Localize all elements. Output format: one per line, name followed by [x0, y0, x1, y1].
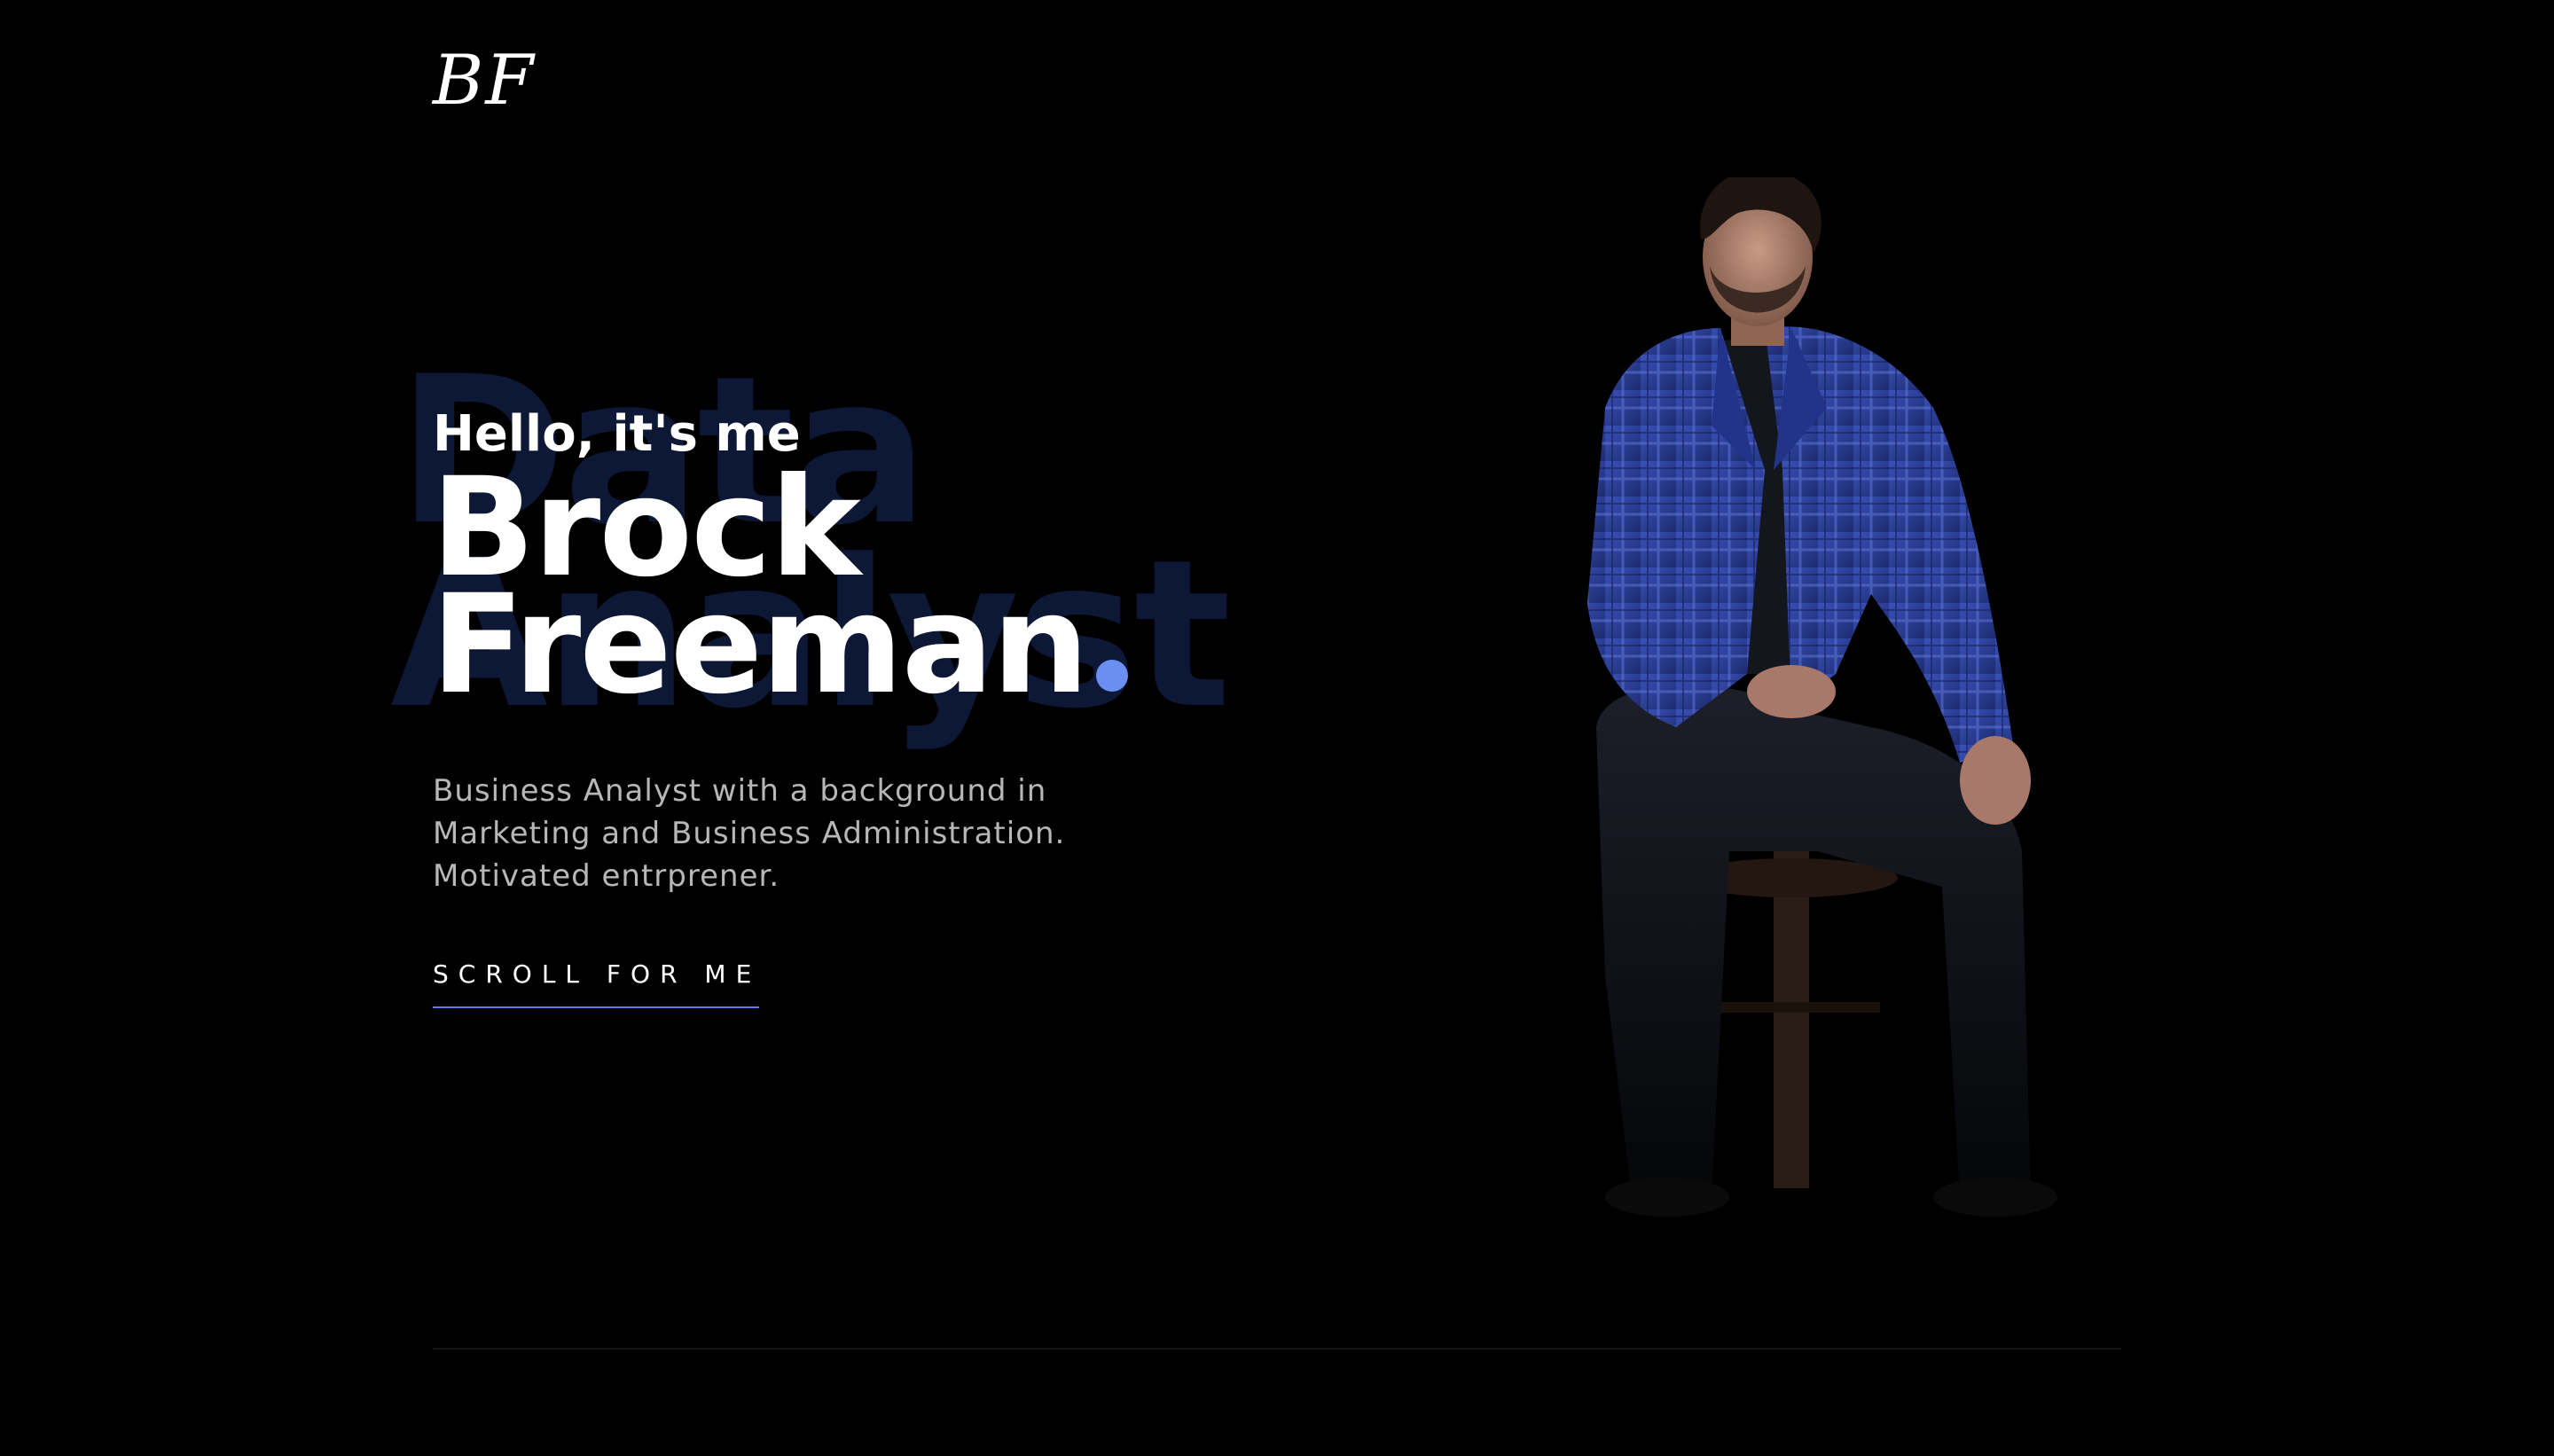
portrait-photo	[1587, 177, 2057, 1217]
hero-name-last-line: Freeman	[431, 577, 1129, 714]
hero-page: BF Data Analyst Hello, it's me Brock Fre…	[0, 0, 2554, 1456]
bio-line: Marketing and Business Administration.	[433, 816, 1066, 851]
scroll-for-me-link[interactable]: SCROLL FOR ME	[433, 959, 759, 1008]
bio-line: Business Analyst with a background in	[433, 773, 1047, 809]
site-logo[interactable]: BF	[433, 46, 535, 115]
bio-line: Motivated entrprener.	[433, 858, 780, 894]
section-divider	[433, 1348, 2121, 1350]
hero-name: Brock Freeman	[431, 460, 1129, 714]
accent-dot-icon	[1096, 660, 1129, 692]
hero-name-last: Freeman	[431, 566, 1089, 724]
hero-bio: Business Analyst with a background in Ma…	[433, 770, 1107, 897]
